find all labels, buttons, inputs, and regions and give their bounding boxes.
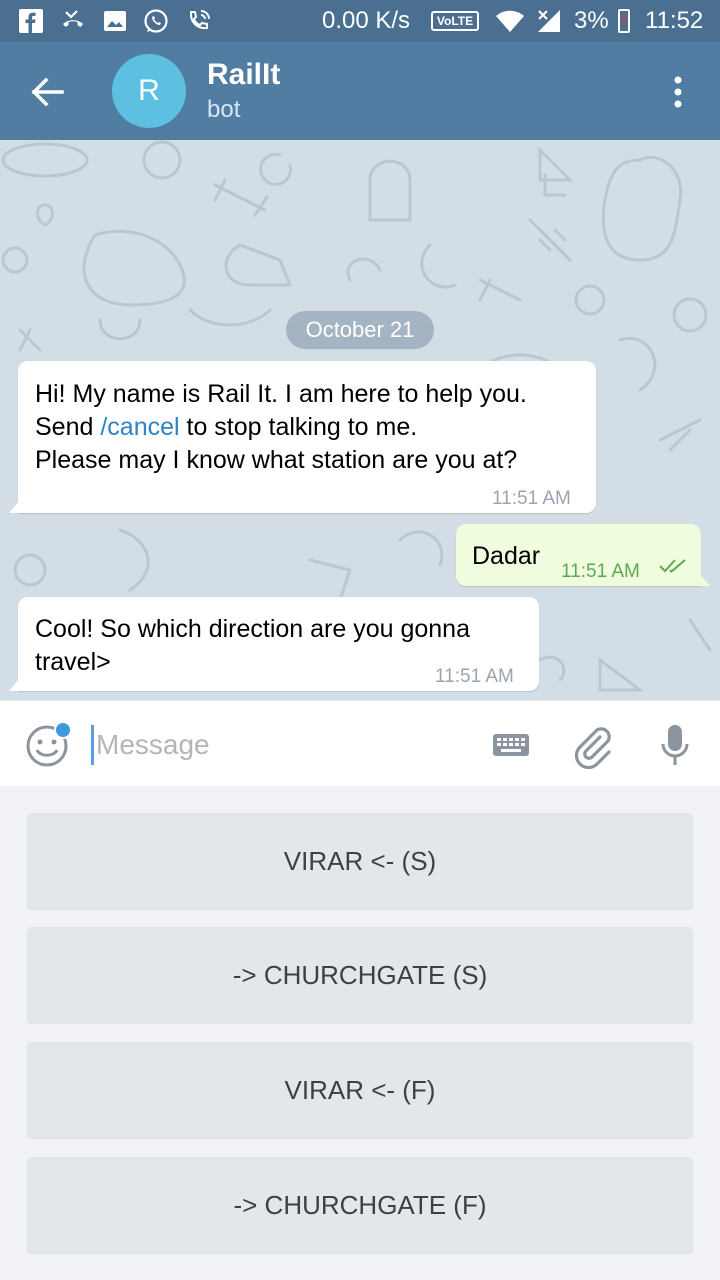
message-line: Please may I know what station are you a… xyxy=(35,446,518,474)
bubble-tail xyxy=(700,574,710,586)
message-composer xyxy=(0,700,720,786)
wifi-call-icon xyxy=(189,10,210,30)
avatar[interactable]: R xyxy=(112,54,186,128)
attach-icon[interactable] xyxy=(570,723,616,769)
whatsapp-icon xyxy=(144,9,168,33)
chat-area[interactable]: October 21 Hi! My name is Rail It. I am … xyxy=(0,140,720,700)
message-line: Cool! So which direction are you gonna xyxy=(35,615,470,643)
message-bubble-incoming[interactable]: Hi! My name is Rail It. I am here to hel… xyxy=(9,361,596,513)
message-text: Hi! My name is Rail It. I am here to hel… xyxy=(35,378,527,477)
bot-reply-keyboard: VIRAR <- (S) -> CHURCHGATE (S) VIRAR <- … xyxy=(0,786,720,1280)
text-cursor xyxy=(91,725,94,765)
message-text-segment: Send xyxy=(35,413,101,441)
emoji-update-dot xyxy=(54,721,72,739)
reply-button-churchgate-fast[interactable]: -> CHURCHGATE (F) xyxy=(27,1157,693,1253)
chat-subtitle: bot xyxy=(207,96,241,123)
date-separator: October 21 xyxy=(286,311,434,349)
message-bubble-outgoing[interactable]: Dadar 11:51 AM xyxy=(456,524,710,586)
battery-percent: 3% xyxy=(574,7,609,34)
double-check-icon xyxy=(659,559,686,573)
message-text: Cool! So which direction are you gonna t… xyxy=(35,613,470,679)
chat-title[interactable]: RailIt xyxy=(207,58,280,92)
battery-icon: ! xyxy=(618,9,630,33)
message-time: 11:51 AM xyxy=(435,666,514,687)
reply-button-virar-fast[interactable]: VIRAR <- (F) xyxy=(27,1042,693,1138)
volte-badge: VoLTE xyxy=(431,11,479,31)
keyboard-icon[interactable] xyxy=(490,727,532,763)
message-text-segment: to stop talking to me. xyxy=(179,413,418,441)
status-bar: 0.00 K/s VoLTE 3% ! 11:52 xyxy=(0,0,720,42)
bubble-tail xyxy=(9,679,19,691)
more-vert-icon[interactable] xyxy=(660,70,696,114)
facebook-icon xyxy=(19,9,43,33)
message-time: 11:51 AM xyxy=(492,488,571,509)
signal-icon xyxy=(538,10,560,32)
wifi-icon xyxy=(496,10,524,32)
message-input[interactable] xyxy=(96,725,476,765)
message-line: Send /cancel to stop talking to me. xyxy=(35,411,527,444)
message-time: 11:51 AM xyxy=(561,561,640,582)
message-bubble-incoming[interactable]: Cool! So which direction are you gonna t… xyxy=(9,597,539,691)
message-line: Hi! My name is Rail It. I am here to hel… xyxy=(35,380,527,408)
reply-button-virar-slow[interactable]: VIRAR <- (S) xyxy=(27,813,693,909)
message-text: Dadar xyxy=(472,542,541,570)
bubble-tail xyxy=(9,501,19,513)
back-arrow-icon[interactable] xyxy=(22,67,72,117)
chat-header: R RailIt bot xyxy=(0,42,720,140)
microphone-icon[interactable] xyxy=(656,721,694,769)
reply-button-churchgate-slow[interactable]: -> CHURCHGATE (S) xyxy=(27,927,693,1023)
cancel-command-link[interactable]: /cancel xyxy=(100,413,179,441)
network-speed: 0.00 K/s xyxy=(322,7,411,34)
clock: 11:52 xyxy=(645,7,704,34)
message-line: travel> xyxy=(35,648,111,676)
missed-call-icon xyxy=(63,10,83,27)
image-icon xyxy=(104,11,126,31)
